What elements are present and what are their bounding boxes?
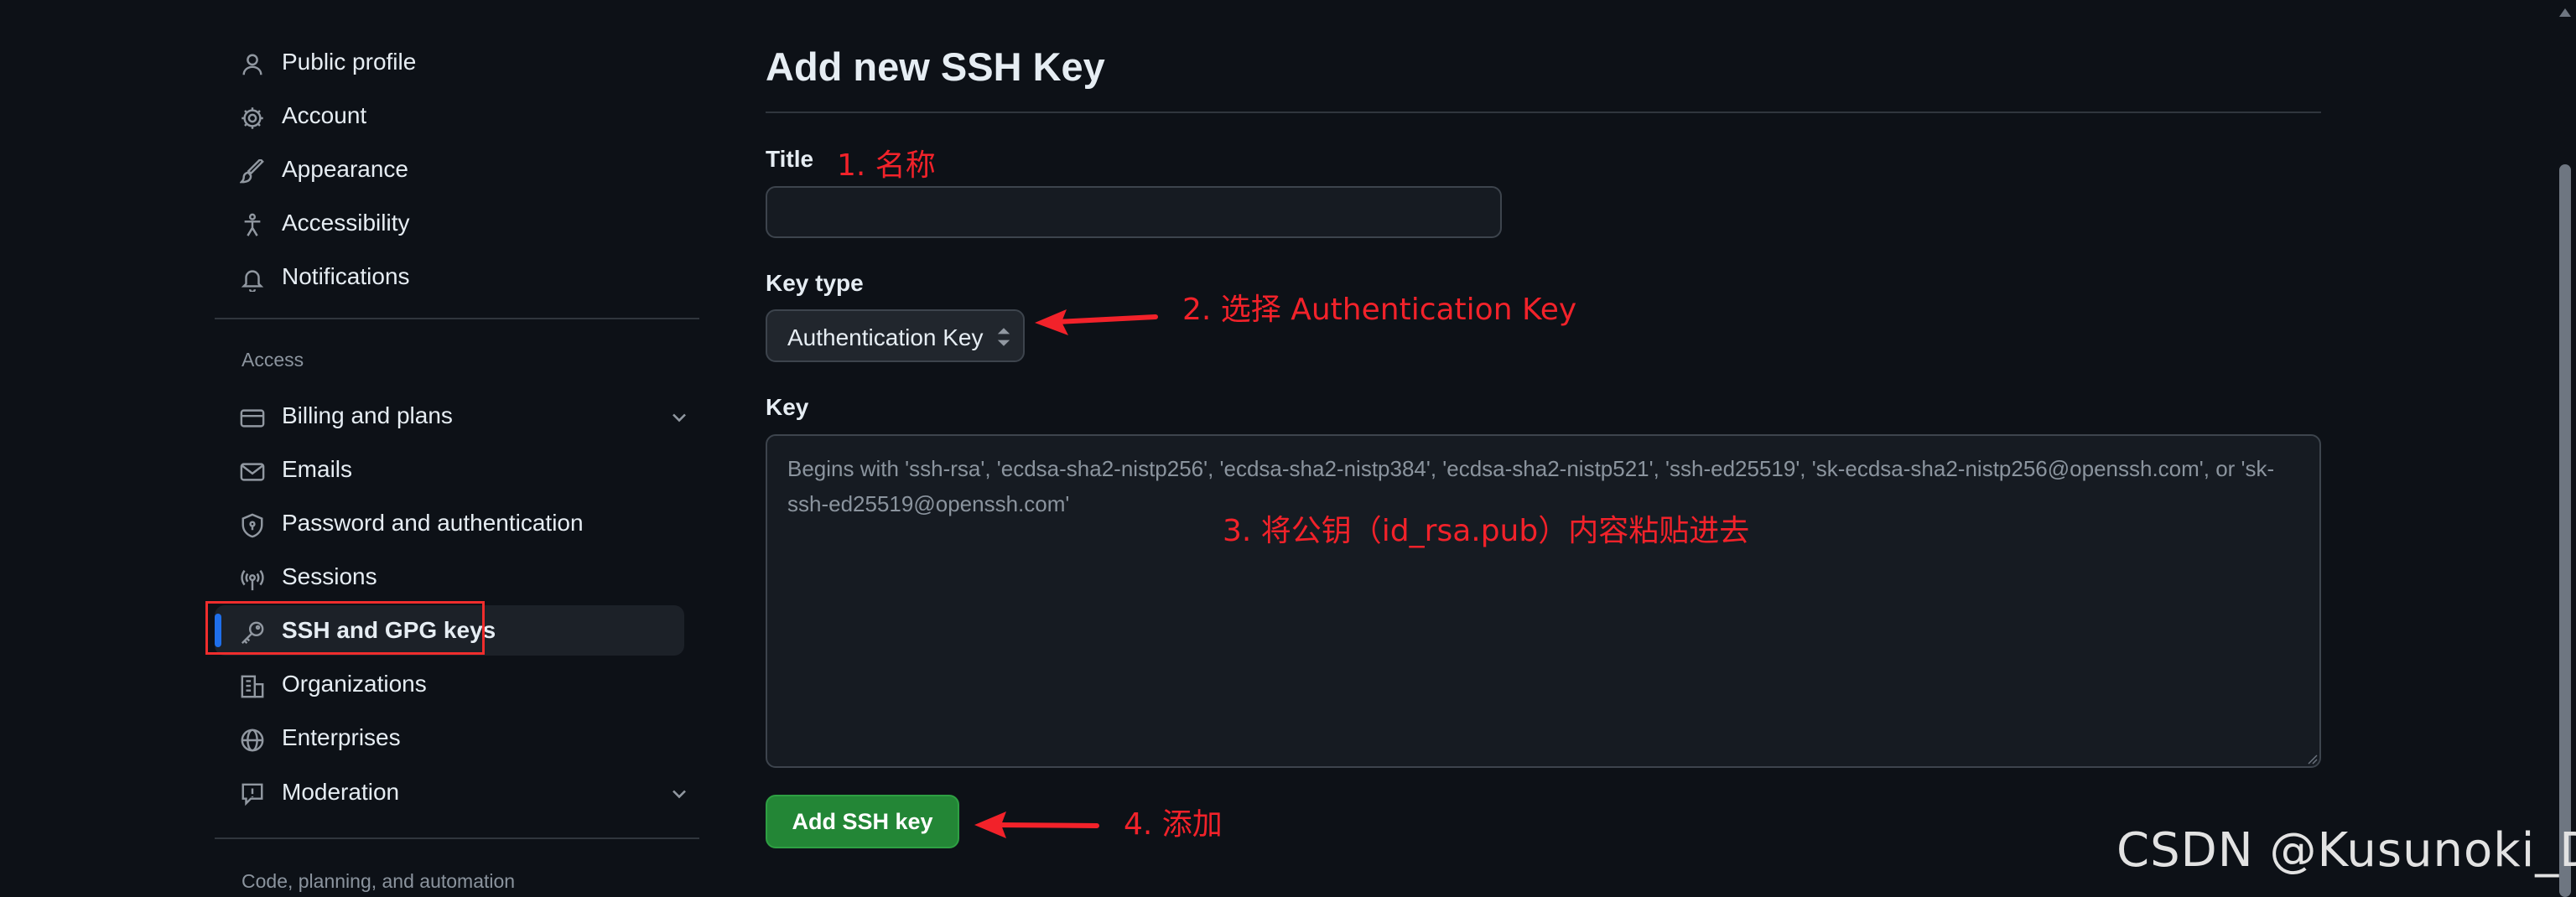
sidebar-item-label: Sessions — [282, 563, 377, 589]
sidebar-item-label: Emails — [282, 456, 353, 482]
add-ssh-key-button[interactable]: Add SSH key — [766, 795, 959, 848]
key-label: Key — [766, 394, 809, 420]
sidebar-item-enterprises[interactable]: Enterprises — [215, 713, 684, 763]
key-type-value: Authentication Key — [787, 324, 984, 350]
annotation-step1: 1. 名称 — [837, 148, 936, 183]
sidebar-item-label: Public profile — [282, 49, 417, 75]
arrow-icon — [1035, 309, 1158, 335]
select-arrows-icon — [996, 326, 1011, 348]
sidebar-item-account[interactable]: Account — [215, 91, 684, 141]
sidebar-item-label: Accessibility — [282, 210, 410, 236]
sidebar-heading-access: Access — [242, 349, 304, 371]
sidebar-item-label: Notifications — [282, 263, 410, 289]
resize-grip-icon[interactable] — [2304, 751, 2318, 765]
accessibility-icon — [240, 213, 265, 238]
broadcast-icon — [240, 567, 265, 592]
sidebar-divider — [215, 837, 699, 839]
scrollbar-thumb[interactable] — [2559, 164, 2571, 897]
annotation-step3: 3. 将公钥（id_rsa.pub）内容粘贴进去 — [1223, 514, 1750, 548]
report-icon — [240, 782, 265, 807]
sidebar-item-label: Organizations — [282, 671, 427, 697]
sidebar-item-label: Moderation — [282, 779, 400, 805]
title-label: Title — [766, 146, 814, 172]
mail-icon — [240, 459, 265, 485]
sidebar-item-billing[interactable]: Billing and plans — [215, 391, 686, 441]
credit-card-icon — [240, 406, 265, 431]
title-input[interactable] — [766, 186, 1502, 238]
sidebar-item-moderation[interactable]: Moderation — [215, 767, 686, 817]
title-divider — [766, 111, 2321, 113]
sidebar-item-notifications[interactable]: Notifications — [215, 251, 684, 302]
chevron-down-icon[interactable] — [667, 782, 691, 806]
chevron-down-icon[interactable] — [667, 406, 691, 429]
sidebar-item-label: Account — [282, 102, 367, 128]
sidebar-heading-code: Code, planning, and automation — [242, 870, 516, 892]
sidebar-item-organizations[interactable]: Organizations — [215, 659, 684, 709]
globe-icon — [240, 728, 265, 753]
paintbrush-icon — [240, 159, 265, 184]
key-textarea[interactable] — [766, 434, 2321, 768]
sidebar-item-sessions[interactable]: Sessions — [215, 552, 684, 602]
sidebar-item-public-profile[interactable]: Public profile — [215, 37, 684, 87]
sidebar-item-label: Enterprises — [282, 724, 401, 750]
gear-icon — [240, 106, 265, 131]
sidebar-item-label: Appearance — [282, 156, 409, 182]
annotation-step2: 2. 选择 Authentication Key — [1182, 293, 1577, 327]
sidebar-item-appearance[interactable]: Appearance — [215, 144, 684, 194]
watermark: CSDN @Kusunoki_D — [2116, 823, 2576, 878]
sidebar-divider — [215, 318, 699, 319]
organization-icon — [240, 674, 265, 699]
key-type-label: Key type — [766, 270, 864, 296]
sidebar-item-accessibility[interactable]: Accessibility — [215, 198, 684, 248]
sidebar-item-password[interactable]: Password and authentication — [215, 498, 684, 548]
sidebar-item-label: Password and authentication — [282, 510, 584, 536]
arrow-icon — [974, 811, 1099, 838]
sidebar-item-label: Billing and plans — [282, 402, 453, 428]
scroll-up-icon[interactable] — [2558, 7, 2572, 18]
sidebar-item-emails[interactable]: Emails — [215, 444, 684, 495]
key-type-select[interactable]: Authentication Key — [766, 309, 1025, 362]
bell-icon — [240, 267, 265, 292]
person-icon — [240, 52, 265, 77]
annotation-step4: 4. 添加 — [1124, 807, 1223, 842]
page-title: Add new SSH Key — [766, 44, 1105, 89]
highlight-box — [205, 601, 485, 655]
shield-lock-icon — [240, 513, 265, 538]
